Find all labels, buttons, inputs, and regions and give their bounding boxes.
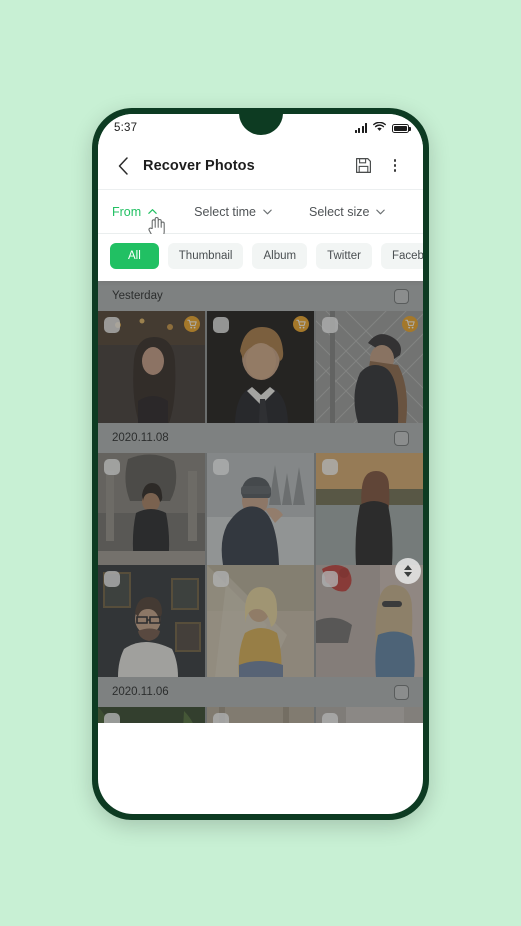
group-select-checkbox[interactable] [394, 430, 409, 446]
phone-frame: 5:37 Recover Photos From Select time Sel… [92, 108, 429, 820]
photo-checkbox[interactable] [322, 459, 338, 475]
photo-thumbnail[interactable] [207, 565, 314, 677]
chevron-up-icon [148, 209, 157, 214]
overflow-menu-button[interactable] [383, 154, 407, 178]
tab-all[interactable]: All [110, 243, 159, 269]
photo-thumbnail[interactable] [316, 311, 423, 423]
group-select-checkbox[interactable] [394, 288, 409, 304]
photo-checkbox[interactable] [213, 317, 229, 333]
app-bar: Recover Photos [98, 142, 423, 190]
tab-facebook[interactable]: Facebook [380, 243, 423, 269]
cart-icon [187, 319, 197, 329]
date-label: 2020.11.06 [112, 686, 169, 698]
phone-screen: 5:37 Recover Photos From Select time Sel… [98, 114, 423, 814]
date-label: 2020.11.08 [112, 432, 169, 444]
photo-checkbox[interactable] [322, 317, 338, 333]
photo-checkbox[interactable] [322, 713, 338, 723]
filter-select-time[interactable]: Select time [194, 205, 273, 219]
save-button[interactable] [351, 154, 375, 178]
photo-checkbox[interactable] [322, 571, 338, 587]
photo-row [98, 565, 423, 677]
date-header: 2020.11.08 [98, 423, 423, 453]
filter-select-size[interactable]: Select size [309, 205, 386, 219]
page-title: Recover Photos [143, 157, 255, 174]
date-label: Yesterday [112, 290, 163, 302]
photo-checkbox[interactable] [104, 571, 120, 587]
photo-thumbnail[interactable] [316, 707, 423, 723]
photo-thumbnail[interactable] [98, 311, 205, 423]
photo-thumbnail[interactable] [98, 565, 205, 677]
triangle-up-icon [404, 565, 412, 570]
status-icons [354, 119, 412, 137]
back-button[interactable] [111, 154, 135, 178]
cart-badge [402, 316, 418, 332]
photo-checkbox[interactable] [104, 459, 120, 475]
photo-checkbox[interactable] [213, 571, 229, 587]
tab-twitter[interactable]: Twitter [316, 243, 372, 269]
photo-checkbox[interactable] [104, 713, 120, 723]
wifi-icon [373, 119, 386, 137]
tabs-bar: All Thumbnail Album Twitter Facebook [98, 234, 423, 281]
photo-row [98, 707, 423, 723]
scroll-handle[interactable] [395, 558, 421, 584]
photo-checkbox[interactable] [104, 317, 120, 333]
cart-badge [293, 316, 309, 332]
filter-bar: From Select time Select size [98, 190, 423, 240]
chevron-left-icon [118, 156, 128, 175]
photo-thumbnail[interactable] [207, 707, 314, 723]
photo-checkbox[interactable] [213, 713, 229, 723]
filter-from-label: From [112, 204, 142, 219]
overflow-menu-icon [393, 159, 397, 172]
photo-row [98, 453, 423, 565]
filter-select-size-label: Select size [309, 204, 370, 219]
photo-thumbnail[interactable] [316, 453, 423, 565]
chevron-down-icon [263, 209, 272, 215]
status-time: 5:37 [114, 122, 138, 134]
photo-checkbox[interactable] [213, 459, 229, 475]
tab-thumbnail[interactable]: Thumbnail [167, 243, 244, 269]
cart-icon [296, 319, 306, 329]
group-select-checkbox[interactable] [394, 684, 409, 700]
cart-icon [405, 319, 415, 329]
photo-thumbnail[interactable] [207, 453, 314, 565]
date-header: Yesterday [98, 281, 423, 311]
filter-select-time-label: Select time [194, 204, 257, 219]
filter-from[interactable]: From [112, 204, 165, 240]
chevron-down-icon [376, 209, 386, 215]
signal-icon [354, 123, 367, 133]
date-header: 2020.11.06 [98, 677, 423, 707]
photo-thumbnail[interactable] [98, 453, 205, 565]
floppy-disk-icon [355, 158, 371, 173]
cart-badge [184, 316, 200, 332]
photo-list[interactable]: Yesterday 2020.11.08 2020.11.06 [98, 281, 423, 723]
photo-thumbnail[interactable] [207, 311, 314, 423]
photo-row [98, 311, 423, 423]
photo-thumbnail[interactable] [98, 707, 205, 723]
triangle-down-icon [404, 572, 412, 577]
battery-icon [392, 123, 412, 133]
tab-album[interactable]: Album [252, 243, 308, 269]
